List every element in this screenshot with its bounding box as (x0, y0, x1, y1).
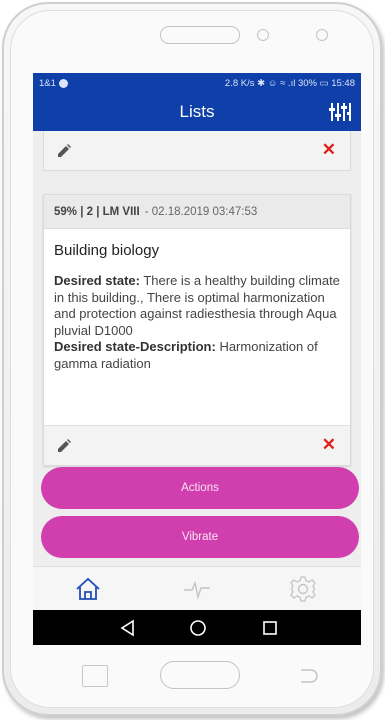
entry-description: Desired state: There is a healthy buildi… (54, 273, 340, 372)
desired-state-desc-label: Desired state-Description: (54, 339, 216, 354)
card-body: Building biology Desired state: There is… (44, 229, 350, 372)
pulse-icon[interactable] (183, 575, 211, 603)
hardware-recent-button[interactable] (82, 665, 108, 687)
delete-icon[interactable]: ✕ (322, 436, 336, 454)
entry-date: - 02.18.2019 03:47:53 (144, 205, 258, 218)
back-icon[interactable] (118, 618, 138, 638)
front-camera (316, 29, 328, 41)
delete-icon[interactable]: ✕ (322, 141, 336, 159)
settings-icon[interactable] (289, 575, 317, 603)
home-circle-icon[interactable] (188, 618, 208, 638)
bottom-tab-bar (33, 566, 361, 610)
system-nav-bar (33, 610, 361, 645)
home-icon[interactable] (74, 575, 102, 603)
status-indicators: 2.8 K/s ✱ ☺ ≈ .ıl 30% ▭ 15:48 (224, 77, 355, 89)
app-header: Lists (33, 93, 361, 131)
earpiece-speaker (160, 26, 240, 44)
edit-icon[interactable] (57, 144, 71, 158)
page-title: Lists (179, 102, 215, 121)
entry-title: Building biology (54, 242, 160, 259)
previous-card-footer: ✕ (43, 131, 351, 171)
desired-state-label: Desired state: (54, 273, 140, 288)
entry-meta: 59% | 2 | LM VIII (54, 205, 140, 218)
actions-button[interactable]: Actions (41, 467, 359, 509)
list-item[interactable]: 59% | 2 | LM VIII - 02.18.2019 03:47:53 … (43, 194, 351, 466)
phone-screen: 1&1 2.8 K/s ✱ ☺ ≈ .ıl 30% ▭ 15:48 Lists (33, 73, 361, 645)
notification-icon (58, 78, 68, 88)
hardware-back-button[interactable] (300, 669, 318, 683)
card-header: 59% | 2 | LM VIII - 02.18.2019 03:47:53 (44, 195, 350, 229)
sliders-icon[interactable] (329, 102, 351, 122)
card-footer: ✕ (44, 425, 350, 465)
status-bar: 1&1 2.8 K/s ✱ ☺ ≈ .ıl 30% ▭ 15:48 (33, 73, 361, 93)
edit-icon[interactable] (57, 439, 71, 453)
front-sensor (257, 29, 269, 41)
list-content: ✕ 59% | 2 | LM VIII - 02.18.2019 03:47:5… (33, 131, 361, 580)
recent-apps-icon[interactable] (260, 618, 280, 638)
hardware-home-button[interactable] (160, 661, 240, 689)
carrier-label: 1&1 (39, 77, 56, 89)
vibrate-button[interactable]: Vibrate (41, 516, 359, 558)
